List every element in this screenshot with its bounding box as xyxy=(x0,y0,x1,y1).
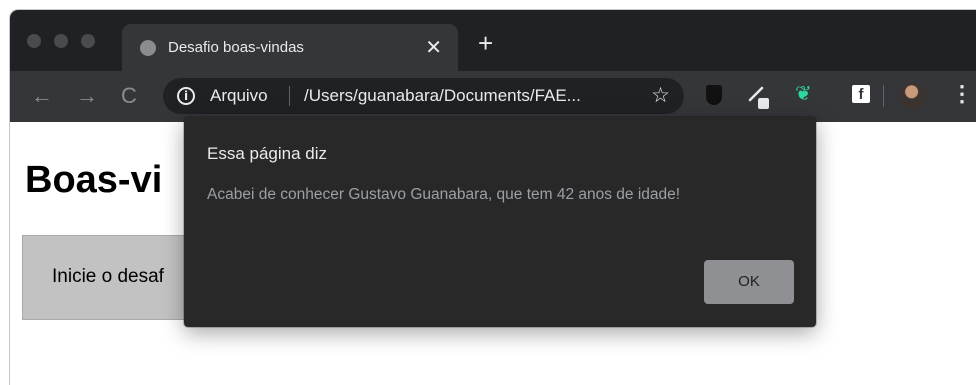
browser-toolbar: ← → C i Arquivo /Users/guanabara/Documen… xyxy=(10,71,976,122)
new-tab-button[interactable]: + xyxy=(478,28,493,59)
reload-icon[interactable]: C xyxy=(121,83,137,109)
url-text[interactable]: /Users/guanabara/Documents/FAE... xyxy=(304,86,581,106)
dialog-title: Essa página diz xyxy=(207,144,328,163)
pen-extension-icon[interactable] xyxy=(747,85,771,109)
avatar[interactable] xyxy=(899,82,927,110)
address-divider xyxy=(289,86,290,106)
bookmark-star-icon[interactable]: ☆ xyxy=(651,83,670,108)
toolbar-divider xyxy=(883,85,884,107)
alert-dialog: Essa página diz Acabei de conhecer Gusta… xyxy=(184,117,816,327)
facebook-icon[interactable]: f xyxy=(852,85,870,103)
page-title: Boas-vi xyxy=(25,159,163,201)
green-extension-icon[interactable]: ❦ xyxy=(795,81,812,106)
back-icon[interactable]: ← xyxy=(31,83,53,109)
tab-strip: Desafio boas-vindas ✕ + xyxy=(10,10,976,71)
forward-icon[interactable]: → xyxy=(76,83,98,109)
tab-title: Desafio boas-vindas xyxy=(168,39,304,56)
close-window-button[interactable] xyxy=(27,34,41,48)
globe-icon xyxy=(140,40,156,56)
ok-button[interactable]: OK xyxy=(704,260,794,304)
minimize-window-button[interactable] xyxy=(54,34,68,48)
info-icon[interactable]: i xyxy=(177,87,195,105)
shield-extension-icon[interactable] xyxy=(706,85,722,105)
start-challenge-label: Inicie o desaf xyxy=(52,266,164,287)
dialog-message: Acabei de conhecer Gustavo Guanabara, qu… xyxy=(207,186,681,203)
menu-icon[interactable]: ⋮ xyxy=(951,81,973,107)
tab-close-icon[interactable]: ✕ xyxy=(425,35,442,60)
tab-active[interactable]: Desafio boas-vindas ✕ xyxy=(122,24,458,71)
scheme-label: Arquivo xyxy=(210,86,268,105)
maximize-window-button[interactable] xyxy=(81,34,95,48)
address-bar[interactable]: i Arquivo /Users/guanabara/Documents/FAE… xyxy=(163,78,684,114)
